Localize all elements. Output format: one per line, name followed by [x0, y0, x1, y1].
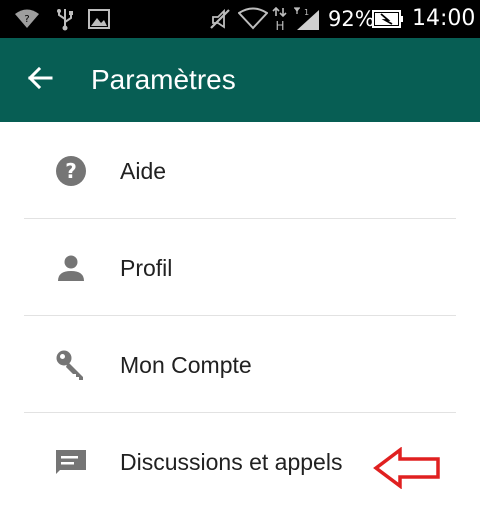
help-icon: ?	[54, 154, 88, 188]
network-type-label: H	[275, 19, 284, 33]
arrow-back-icon	[27, 66, 53, 95]
svg-text:?: ?	[65, 159, 77, 183]
image-icon	[88, 7, 110, 31]
battery-icon	[372, 7, 404, 31]
settings-item-mon-compte[interactable]: Mon Compte	[0, 316, 480, 413]
mute-icon	[208, 7, 232, 31]
clock: 14:00	[412, 6, 476, 31]
usb-icon	[56, 7, 74, 31]
settings-item-label: Profil	[120, 255, 173, 281]
person-icon	[54, 251, 88, 285]
page-title: Paramètres	[91, 64, 236, 95]
settings-item-label: Discussions et appels	[120, 449, 343, 475]
chat-icon	[54, 445, 88, 479]
settings-item-profil[interactable]: Profil	[0, 219, 480, 316]
settings-item-label: Aide	[120, 158, 167, 184]
wifi-question-icon: ?	[14, 7, 40, 31]
settings-item-label: Mon Compte	[120, 352, 252, 378]
back-button[interactable]	[20, 60, 60, 100]
app-bar: Paramètres	[0, 38, 480, 122]
red-arrow-icon	[372, 446, 442, 490]
battery-percent: 92%	[328, 7, 375, 31]
key-icon	[54, 348, 88, 382]
svg-text:?: ?	[24, 14, 29, 25]
signal-icon: 1	[292, 7, 322, 31]
settings-item-aide[interactable]: ? Aide	[0, 122, 480, 219]
data-arrows-icon: H	[272, 7, 288, 33]
status-bar: ? H 1 92% 14:00	[0, 0, 480, 38]
wifi-icon	[238, 7, 268, 31]
sim-label: 1	[304, 8, 309, 17]
